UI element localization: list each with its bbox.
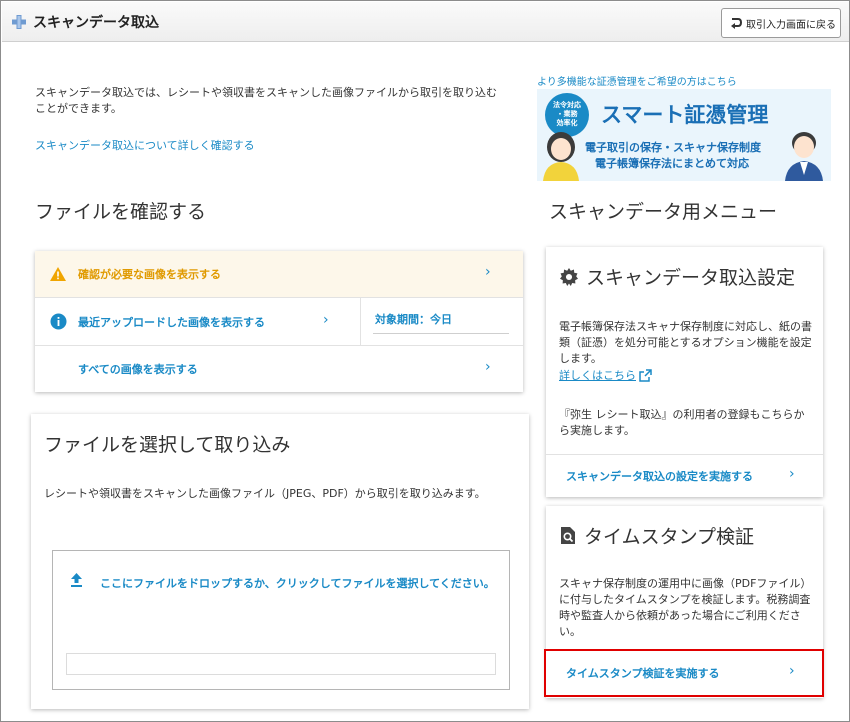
needs-review-row[interactable]: 確認が必要な画像を表示する › [35,251,523,297]
header-bar: スキャンデータ取込 取引入力画面に戻る [2,2,849,42]
intro-detail-link[interactable]: スキャンデータ取込について詳しく確認する [35,137,255,153]
timestamp-title: タイムスタンプ検証 [584,526,755,548]
app-window: スキャンデータ取込 取引入力画面に戻る スキャンデータ取込では、レシートや領収書… [0,0,850,722]
scan-settings-action[interactable]: スキャンデータ取込の設定を実施する › [546,455,823,497]
scan-settings-description: 電子帳簿保存法スキャナ保存制度に対応し、紙の書類（証憑）を処分可能とするオプショ… [559,320,812,365]
info-icon [50,313,67,330]
scan-settings-card: スキャンデータ取込設定 電子帳簿保存法スキャナ保存制度に対応し、紙の書類（証憑）… [546,247,823,497]
warning-icon [50,267,66,281]
scan-settings-action-label: スキャンデータ取込の設定を実施する [566,470,753,483]
file-path-field[interactable] [66,653,496,675]
period-underline [373,333,509,334]
divider [360,298,361,345]
chevron-right-icon: › [485,359,491,375]
banner-line1: 電子取引の保存・スキャナ保存制度 [585,141,761,154]
return-arrow-icon [731,18,742,29]
banner-line2: 電子帳簿保存法にまとめて対応 [595,157,749,170]
back-to-entry-button[interactable]: 取引入力画面に戻る [721,8,841,38]
scan-settings-heading: スキャンデータ取込設定 [560,263,795,290]
select-files-heading: ファイルを選択して取り込み [44,434,291,456]
intro-description: スキャンデータ取込では、レシートや領収書をスキャンした画像ファイルから取引を取り… [35,86,497,115]
file-dropzone[interactable]: ここにファイルをドロップするか、クリックしてファイルを選択してください。 [52,550,510,690]
gear-icon [560,267,578,286]
timestamp-action-highlight [544,649,824,697]
scan-settings-note: 『弥生 レシート取込』の利用者の登録もこちらから実施します。 [559,408,805,437]
all-images-label: すべての画像を表示する [78,363,198,376]
check-files-heading: ファイルを確認する [35,201,207,223]
needs-review-label: 確認が必要な画像を表示する [78,268,221,281]
scan-settings-title: スキャンデータ取込設定 [586,267,796,289]
chevron-right-icon: › [485,264,491,280]
search-document-icon [561,527,575,544]
plus-icon [11,14,27,30]
select-files-description: レシートや領収書をスキャンした画像ファイル（JPEG、PDF）から取引を取り込み… [44,487,486,500]
all-images-row[interactable]: すべての画像を表示する › [35,346,523,392]
external-link-icon [639,368,652,382]
banner-caption[interactable]: より多機能な証憑管理をご希望の方はこちら [537,73,737,88]
select-files-card: ファイルを選択して取り込み レシートや領収書をスキャンした画像ファイル（JPEG… [31,414,529,709]
upload-icon [71,573,82,587]
dropzone-label: ここにファイルをドロップするか、クリックしてファイルを選択してください。 [100,577,495,590]
scan-settings-detail-link[interactable]: 詳しくはこちら [559,367,652,383]
chevron-right-icon: › [789,466,795,482]
period-label[interactable]: 対象期間：今日 [375,311,452,327]
scan-menu-heading: スキャンデータ用メニュー [549,201,778,223]
page-title: スキャンデータ取込 [33,15,159,31]
check-files-card: 確認が必要な画像を表示する › 最近アップロードした画像を表示する › 対象期間… [35,251,523,392]
recent-uploads-row[interactable]: 最近アップロードした画像を表示する › [35,298,360,345]
recent-uploads-label: 最近アップロードした画像を表示する [78,315,265,329]
banner-title: スマート証憑管理 [601,103,769,127]
timestamp-description: スキャナ保存制度の運用中に画像（PDFファイル）に付与したタイムスタンプを検証し… [559,577,812,638]
smart-voucher-banner[interactable]: 法令対応 ・業務 効率化 スマート証憑管理 電子取引の保存・スキャナ保存制度 電… [537,89,831,181]
woman-illustration [543,132,579,181]
man-illustration [785,132,823,181]
timestamp-heading: タイムスタンプ検証 [560,522,754,549]
chevron-right-icon: › [323,312,329,328]
back-button-label: 取引入力画面に戻る [746,19,836,31]
